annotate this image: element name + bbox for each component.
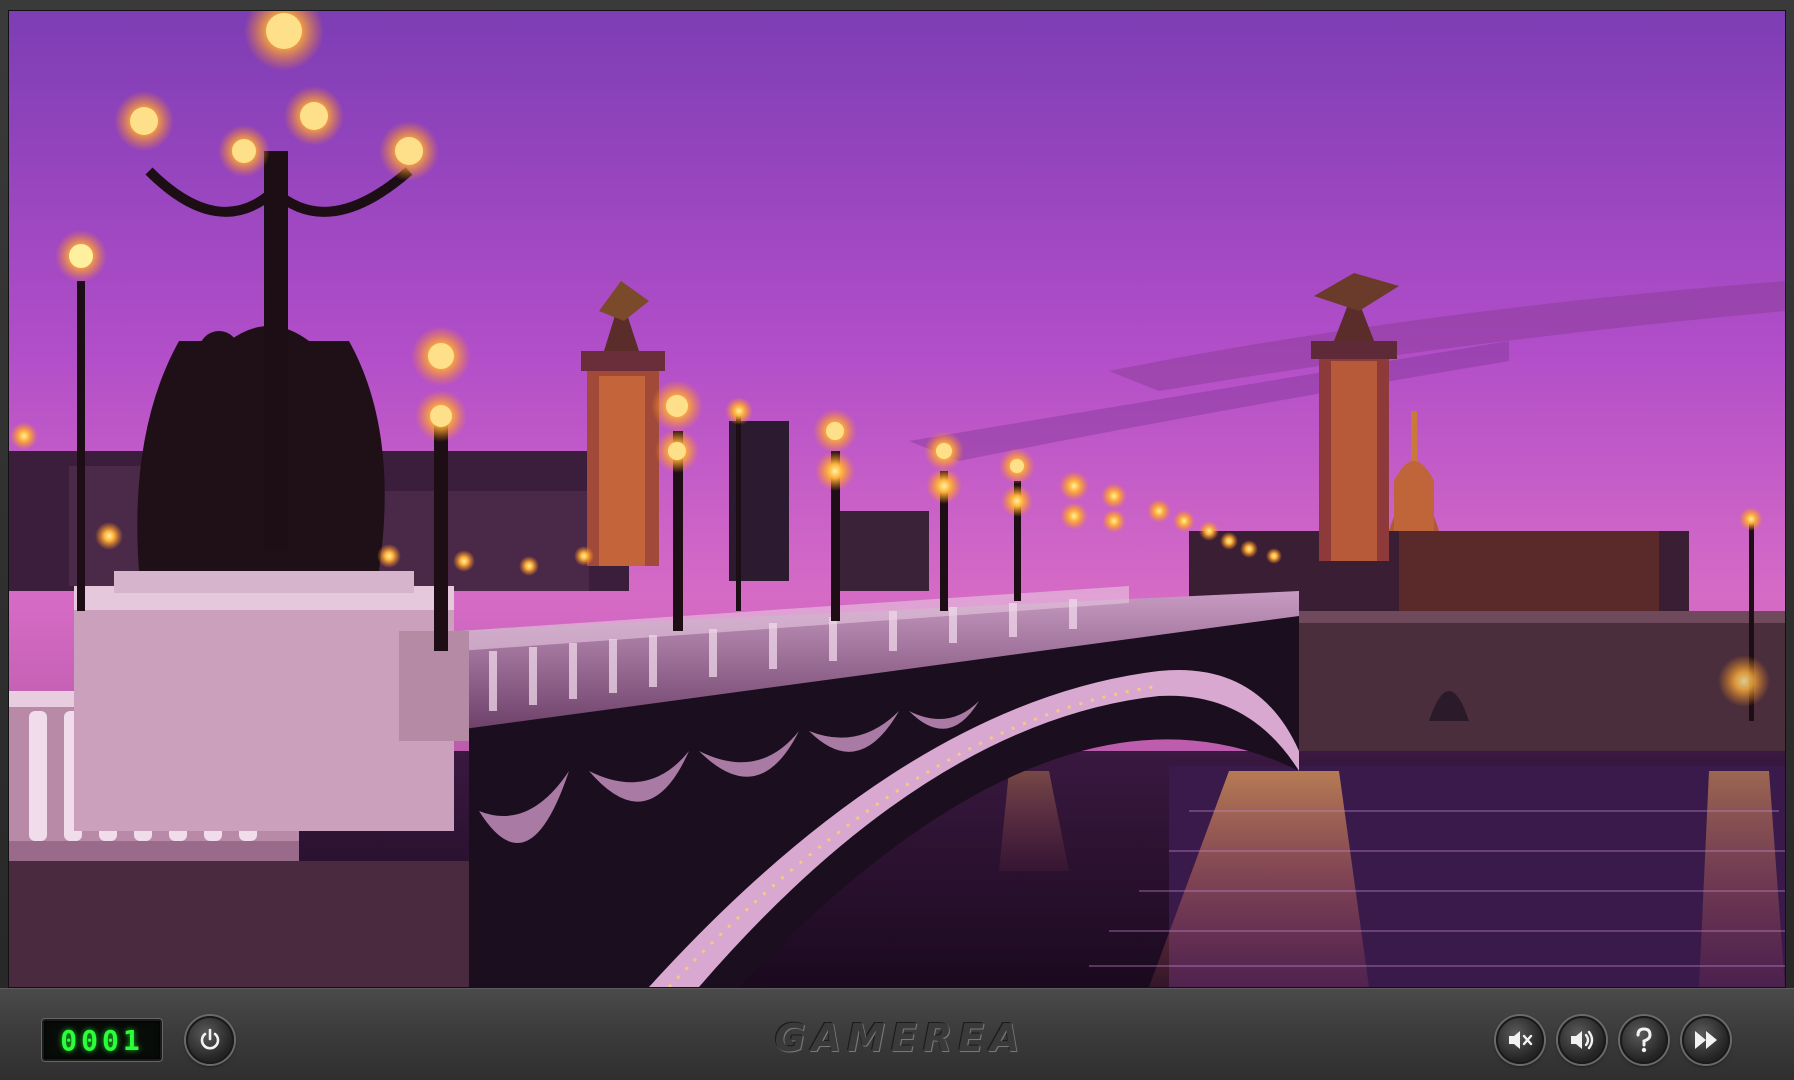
help-icon: [1636, 1027, 1652, 1053]
mute-icon: [1509, 1031, 1533, 1049]
skip-button[interactable]: [1682, 1016, 1730, 1064]
game-scene[interactable]: [8, 10, 1786, 988]
power-button[interactable]: [186, 1016, 234, 1064]
gamerea-logo: GAMEREA: [774, 1016, 1026, 1060]
volume-button[interactable]: [1558, 1016, 1606, 1064]
help-button[interactable]: [1620, 1016, 1668, 1064]
skip-icon: [1695, 1031, 1717, 1049]
scene-picture[interactable]: [9, 11, 1785, 987]
power-icon: [200, 1028, 220, 1050]
volume-icon: [1571, 1030, 1594, 1050]
found-counter: 0001: [42, 1019, 162, 1061]
mute-button[interactable]: [1496, 1016, 1544, 1064]
